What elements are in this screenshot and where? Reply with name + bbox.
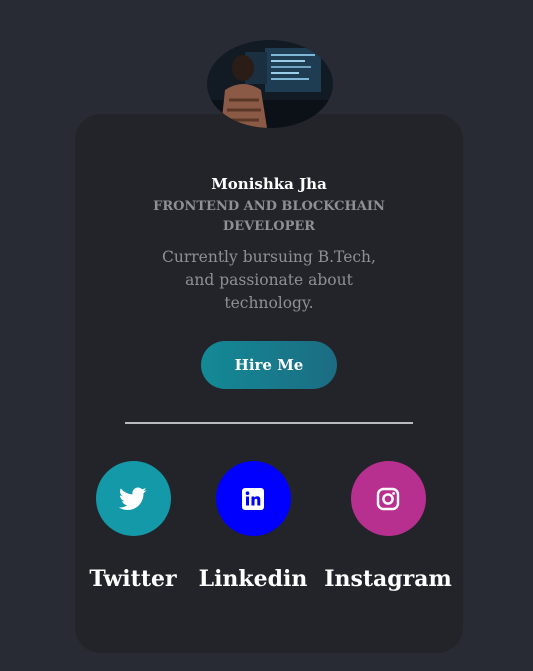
divider xyxy=(125,422,413,424)
profile-name: Monishka Jha xyxy=(211,175,327,193)
social-linkedin[interactable]: Linkedin xyxy=(188,461,318,592)
hire-me-button[interactable]: Hire Me xyxy=(201,341,337,389)
profile-page: Monishka Jha FRONTEND AND BLOCKCHAIN DEV… xyxy=(0,0,533,671)
linkedin-label[interactable]: Linkedin xyxy=(188,566,318,592)
profile-bio: Currently bursuing B.Tech, and passionat… xyxy=(162,248,376,312)
twitter-label[interactable]: Twitter xyxy=(68,566,198,592)
twitter-button[interactable] xyxy=(95,461,171,536)
linkedin-icon xyxy=(242,487,264,510)
profile-role: FRONTEND AND BLOCKCHAIN DEVELOPER xyxy=(153,199,385,234)
social-instagram[interactable]: Instagram xyxy=(323,461,453,592)
instagram-label[interactable]: Instagram xyxy=(323,566,453,592)
avatar xyxy=(207,40,333,128)
profile-card: Monishka Jha FRONTEND AND BLOCKCHAIN DEV… xyxy=(75,114,463,653)
instagram-icon xyxy=(376,487,400,510)
instagram-button[interactable] xyxy=(350,461,426,536)
linkedin-button[interactable] xyxy=(215,461,291,536)
twitter-icon xyxy=(119,486,147,510)
social-twitter[interactable]: Twitter xyxy=(68,461,198,592)
